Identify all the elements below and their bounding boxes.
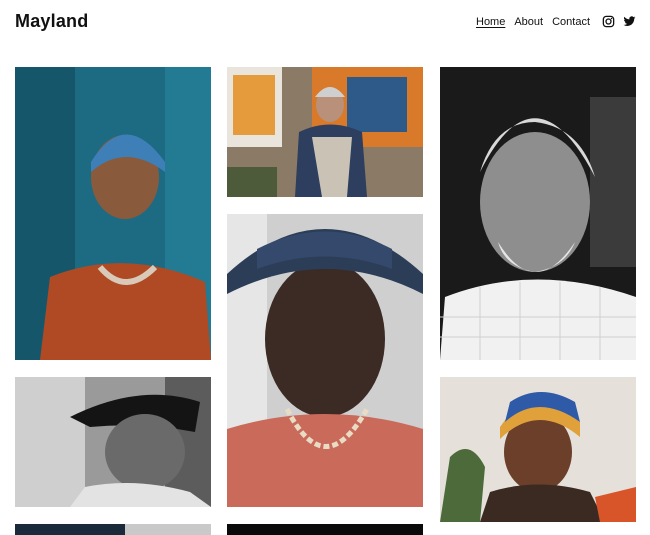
- photo-old-man-white-beard[interactable]: [440, 67, 636, 360]
- photo-woman-blue-headscarf[interactable]: [15, 67, 211, 360]
- photo-woman-colorful-turban[interactable]: [440, 377, 636, 522]
- photo-man-black-cap-profile[interactable]: [15, 377, 211, 507]
- photo-partial-bottom-left[interactable]: [15, 524, 211, 535]
- photo-man-painter-apron[interactable]: [227, 67, 423, 197]
- photo-gallery: [0, 0, 650, 535]
- photo-partial-bottom-center[interactable]: [227, 524, 423, 535]
- photo-young-man-blue-cap[interactable]: [227, 214, 423, 507]
